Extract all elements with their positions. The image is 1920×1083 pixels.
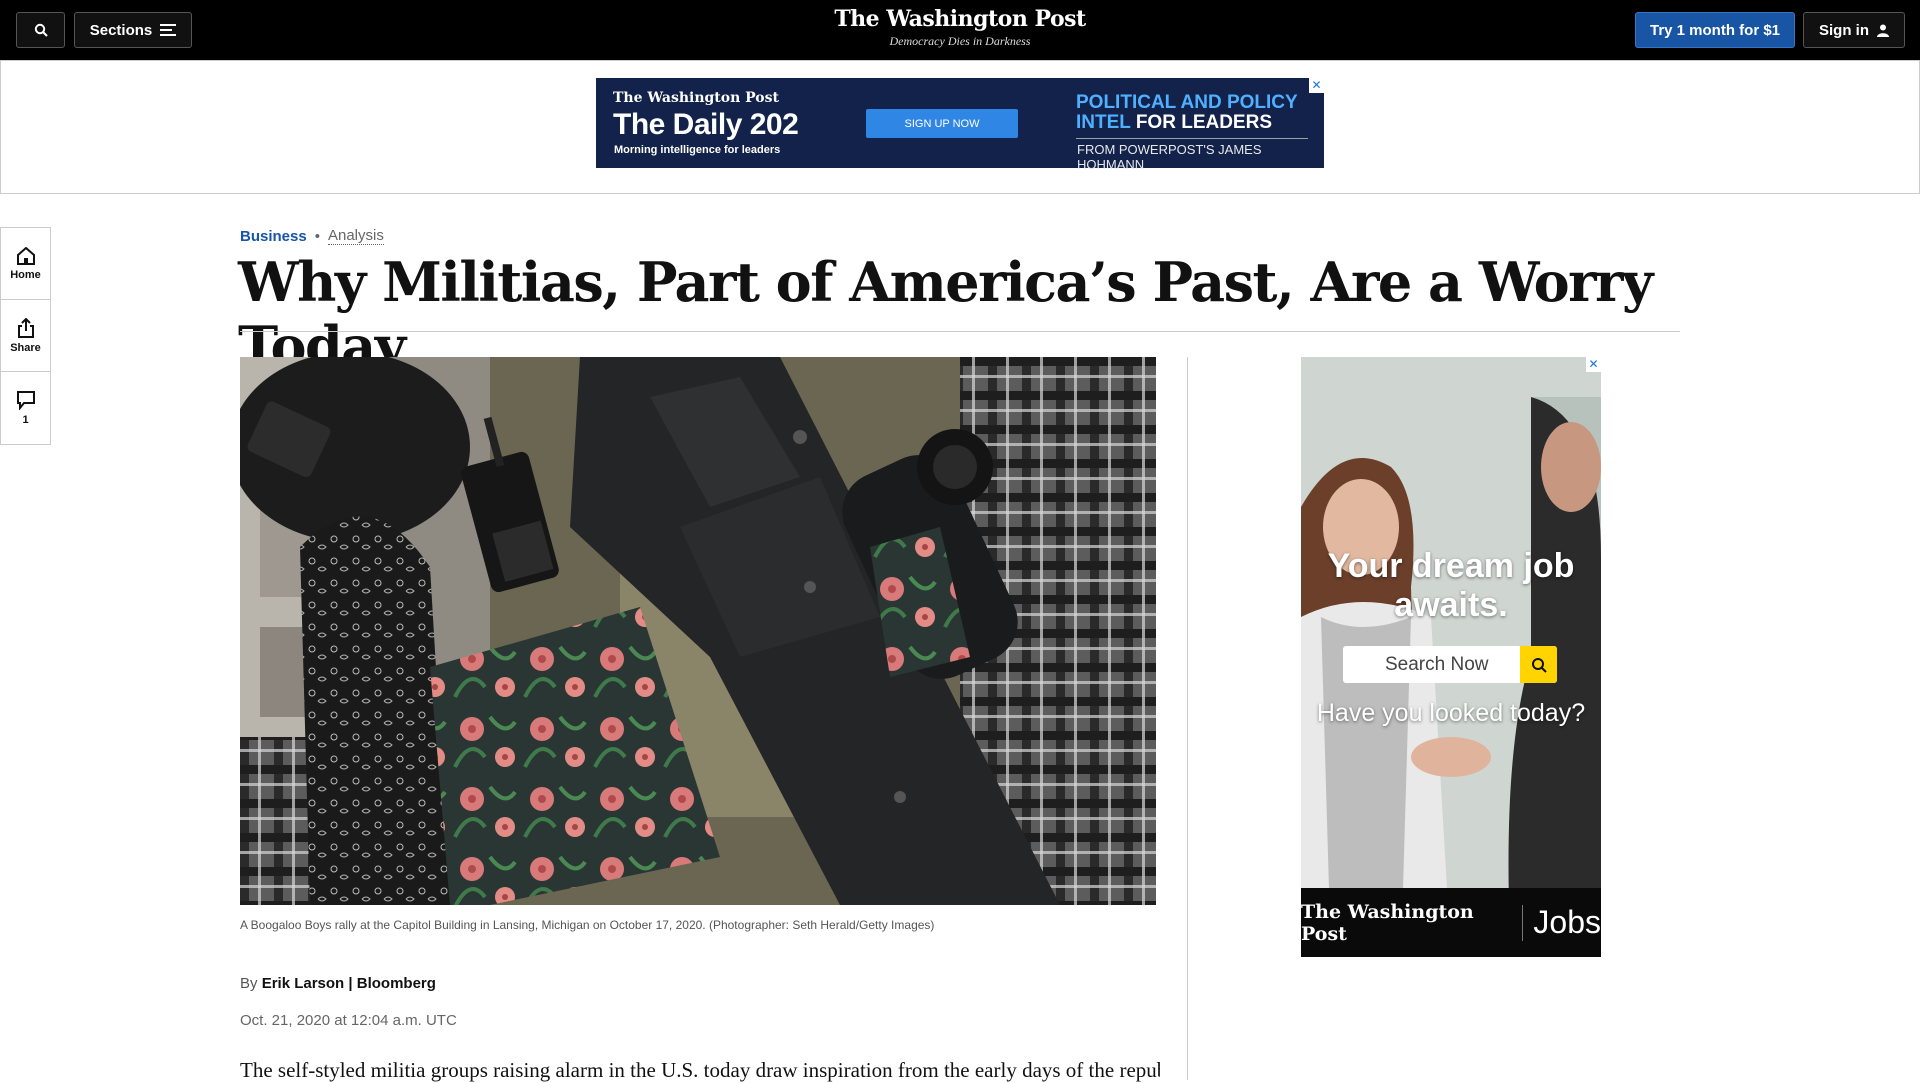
section-link[interactable]: Business (240, 228, 307, 245)
ad-close-icon[interactable]: ✕ (1586, 357, 1601, 372)
search-icon (1531, 657, 1547, 673)
subscribe-button[interactable]: Try 1 month for $1 (1635, 12, 1795, 48)
logo-tagline: Democracy Dies in Darkness (889, 34, 1031, 48)
column-divider (1187, 357, 1188, 1080)
ad-close-icon[interactable]: ✕ (1309, 78, 1324, 93)
sign-in-button[interactable]: Sign in (1803, 12, 1905, 48)
article-body-first-line: The self-styled militia groups raising a… (240, 1058, 1160, 1082)
ad-headline-line2: INTEL FOR LEADERS (1076, 112, 1272, 134)
analysis-label[interactable]: Analysis (327, 227, 384, 245)
home-button[interactable]: Home (1, 228, 50, 300)
jobs-side-ad[interactable]: Your dream job awaits. Search Now Have y… (1301, 357, 1601, 957)
sections-button[interactable]: Sections (74, 12, 192, 48)
ad-from-line: FROM POWERPOST'S JAMES HOHMANN (1077, 142, 1262, 172)
share-button[interactable]: Share (1, 300, 50, 372)
top-navigation-bar: Sections The Washington Post Democracy D… (0, 0, 1920, 60)
site-logo[interactable]: The Washington Post Democracy Dies in Da… (760, 6, 1160, 49)
author-link[interactable]: Erik Larson | Bloomberg (262, 975, 436, 992)
ad-subtitle: Morning intelligence for leaders (614, 144, 781, 156)
article-kicker: Business • Analysis (240, 227, 384, 245)
ad-headline-intel: INTEL (1076, 112, 1131, 133)
ad-footer-logo: The Washington Post (1301, 900, 1474, 945)
kicker-separator: • (314, 227, 320, 245)
sign-in-label: Sign in (1819, 21, 1869, 39)
ad-signup-button[interactable]: SIGN UP NOW (866, 109, 1018, 138)
ad-tagline: Have you looked today? (1316, 699, 1586, 727)
search-button[interactable] (16, 12, 65, 48)
ad-headline-line1: POLITICAL AND POLICY (1076, 92, 1298, 113)
lead-photo[interactable] (240, 357, 1156, 905)
search-icon (34, 23, 48, 37)
ad-title: The Daily 202 (613, 108, 799, 141)
ad-headline: Your dream job awaits. (1327, 547, 1575, 624)
comments-button[interactable]: 1 (1, 372, 50, 444)
share-label: Share (10, 341, 41, 354)
left-action-rail: Home Share 1 (0, 227, 51, 445)
byline: By Erik Larson | Bloomberg (240, 975, 436, 992)
ad-divider (1076, 138, 1308, 139)
comment-count: 1 (22, 414, 29, 426)
ad-search-placeholder[interactable]: Search Now (1385, 654, 1489, 676)
byline-prefix: By (240, 975, 258, 992)
publish-date: Oct. 21, 2020 at 12:04 a.m. UTC (240, 1012, 457, 1029)
ad-search-button[interactable] (1520, 646, 1557, 683)
ad-headline-rest: FOR LEADERS (1130, 112, 1272, 133)
photo-caption: A Boogaloo Boys rally at the Capitol Bui… (240, 918, 935, 932)
headline-divider (240, 331, 1680, 332)
ad-logo: The Washington Post (613, 90, 779, 106)
comment-icon (16, 391, 35, 410)
daily-202-banner-ad[interactable]: The Washington Post The Daily 202 Mornin… (596, 78, 1324, 172)
logo-wordmark[interactable]: The Washington Post (760, 6, 1160, 32)
user-icon (1877, 24, 1889, 37)
sections-label: Sections (89, 21, 153, 39)
ad-footer-separator (1522, 904, 1524, 941)
home-label: Home (10, 268, 41, 281)
ad-footer: The Washington Post Jobs (1301, 888, 1601, 957)
ad-footer-jobs: Jobs (1533, 904, 1601, 940)
home-icon (16, 246, 35, 265)
ad-search-box[interactable]: Search Now (1343, 646, 1557, 683)
share-icon (17, 317, 34, 338)
menu-icon (160, 24, 177, 36)
rifle-photo-illustration (240, 357, 1156, 905)
